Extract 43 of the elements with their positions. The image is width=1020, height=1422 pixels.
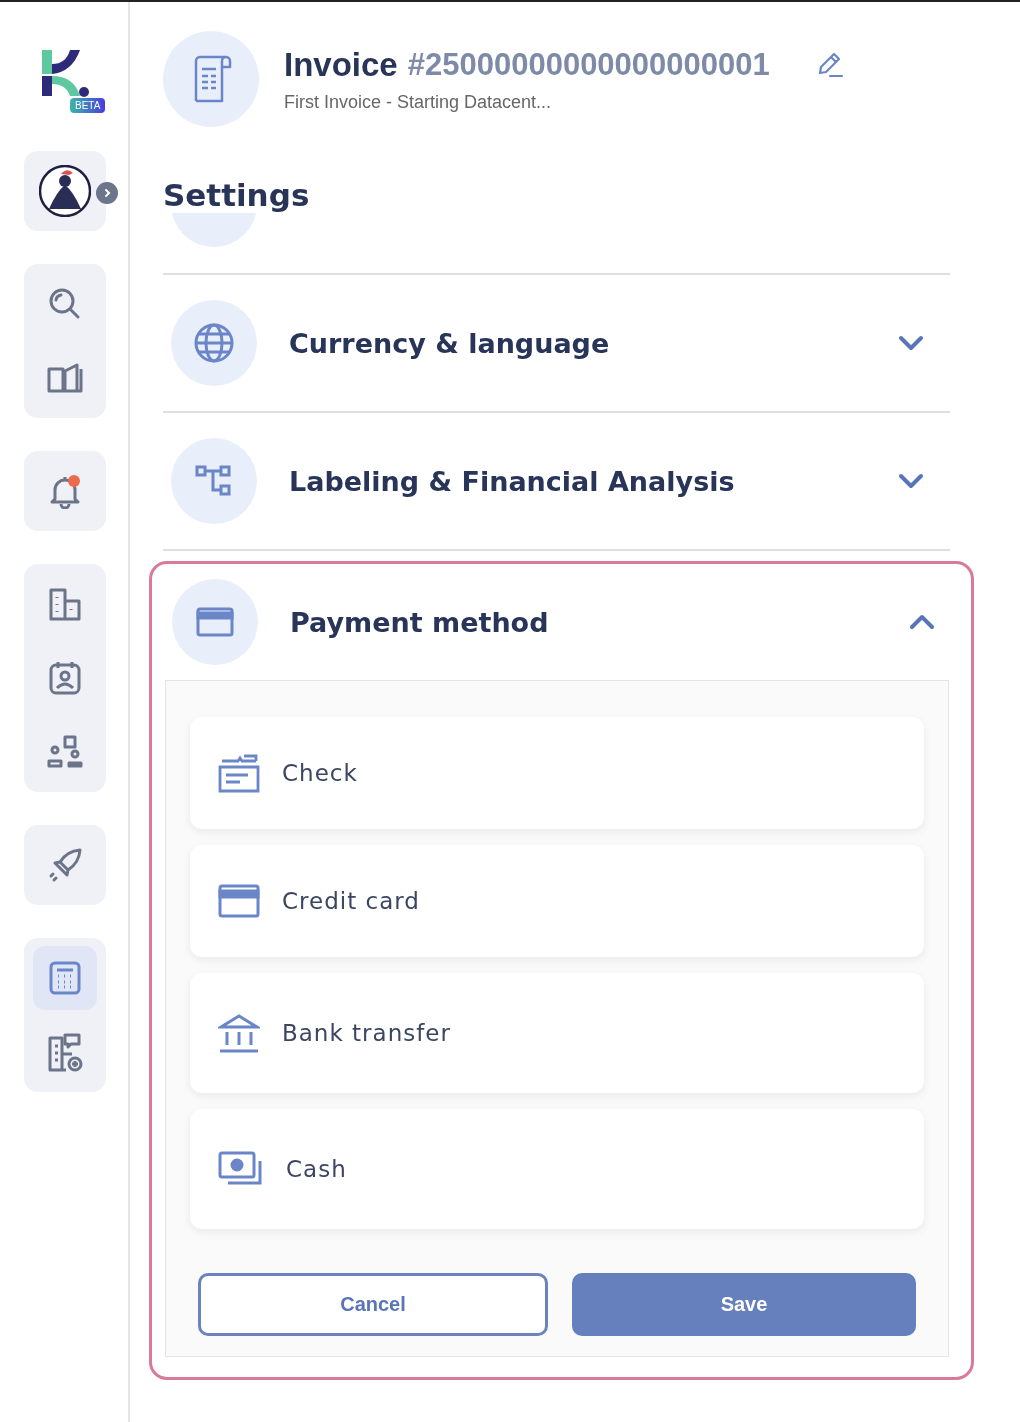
section-title: Currency & language	[289, 327, 611, 359]
cash-icon	[218, 1151, 264, 1187]
chevron-down-icon	[898, 335, 924, 351]
invoice-subtitle: First Invoice - Starting Datacent...	[284, 91, 553, 113]
expand-icon[interactable]	[96, 182, 118, 204]
payment-option[interactable]: Credit card	[190, 845, 924, 957]
book-icon	[47, 363, 83, 393]
chevron-down-icon	[898, 473, 924, 489]
payment-option[interactable]: Bank transfer	[190, 973, 924, 1093]
globe-icon	[193, 322, 235, 364]
payment-option-label: Credit card	[282, 888, 420, 914]
calculator-icon	[49, 961, 81, 995]
shapes-icon	[47, 735, 83, 769]
section-header[interactable]: Payment method	[165, 564, 949, 680]
avatar	[39, 165, 91, 217]
payment-option-label: Cash	[286, 1156, 347, 1182]
invoice-number: #25000000000000000001	[407, 46, 770, 83]
payment-option[interactable]: Cash	[190, 1109, 924, 1229]
bell-icon	[48, 473, 82, 509]
payment-option[interactable]: Check	[190, 717, 924, 829]
section-title: Labeling & Financial Analysis	[289, 465, 736, 497]
cheque-icon	[218, 753, 260, 793]
building-chat-icon	[47, 1032, 83, 1072]
payment-option-label: Check	[282, 760, 358, 786]
logo[interactable]: BETA	[42, 50, 114, 120]
save-button[interactable]: Save	[572, 1273, 916, 1336]
logo-icon	[42, 50, 92, 100]
settings-heading: Settings	[163, 177, 311, 213]
calendar-person-icon	[48, 660, 82, 696]
hierarchy-icon	[195, 464, 233, 498]
cancel-button[interactable]: Cancel	[198, 1273, 548, 1336]
card-icon	[196, 607, 234, 637]
section-title: Payment method	[290, 606, 550, 638]
rocket-icon	[47, 847, 83, 883]
chevron-up-icon	[909, 614, 935, 630]
payment-option-label: Bank transfer	[282, 1020, 451, 1046]
section-header[interactable]: Labeling & Financial Analysis	[163, 413, 950, 549]
invoice-title: Invoice	[284, 45, 398, 84]
card-icon	[218, 884, 260, 918]
building-icon	[48, 587, 82, 621]
section-header[interactable]: Currency & language	[163, 275, 950, 411]
beta-badge: BETA	[70, 98, 106, 113]
bank-icon	[218, 1013, 260, 1053]
